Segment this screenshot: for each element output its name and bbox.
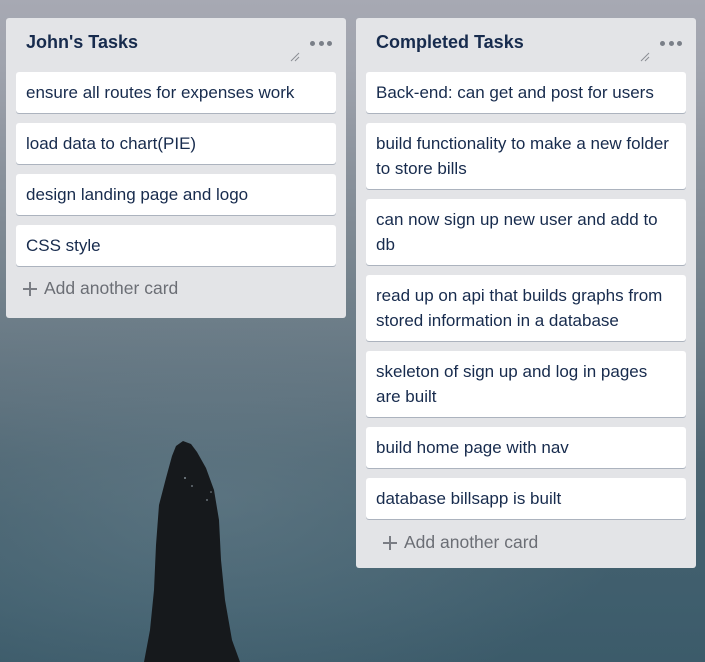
plus-icon [382,535,398,551]
card[interactable]: build functionality to make a new folder… [366,123,686,189]
card-list: Back-end: can get and post for users bui… [356,72,696,519]
list-header: Completed Tasks [356,18,696,72]
card[interactable]: CSS style [16,225,336,266]
add-card-button[interactable]: Add another card [382,532,582,553]
card[interactable]: Back-end: can get and post for users [366,72,686,113]
resize-handle-icon [640,52,650,62]
card[interactable]: skeleton of sign up and log in pages are… [366,351,686,417]
more-horizontal-icon[interactable] [660,33,682,53]
list-completed-tasks: Completed Tasks Back-end: can get and po… [356,18,696,568]
add-card-label: Add another card [404,532,539,552]
list-header: John's Tasks [6,18,346,72]
list-title[interactable]: John's Tasks [26,32,138,53]
list-johns-tasks: John's Tasks ensure all routes for expen… [6,18,346,318]
card[interactable]: build home page with nav [366,427,686,468]
card[interactable]: load data to chart(PIE) [16,123,336,164]
add-card-label: Add another card [44,278,179,298]
add-card-button[interactable]: Add another card [22,278,222,299]
card[interactable]: read up on api that builds graphs from s… [366,275,686,341]
plus-icon [22,281,38,297]
card[interactable]: design landing page and logo [16,174,336,215]
card[interactable]: can now sign up new user and add to db [366,199,686,265]
resize-handle-icon [290,52,300,62]
list-title[interactable]: Completed Tasks [376,32,524,53]
card-list: ensure all routes for expenses work load… [6,72,346,266]
card[interactable]: ensure all routes for expenses work [16,72,336,113]
more-horizontal-icon[interactable] [310,33,332,53]
card[interactable]: database billsapp is built [366,478,686,519]
